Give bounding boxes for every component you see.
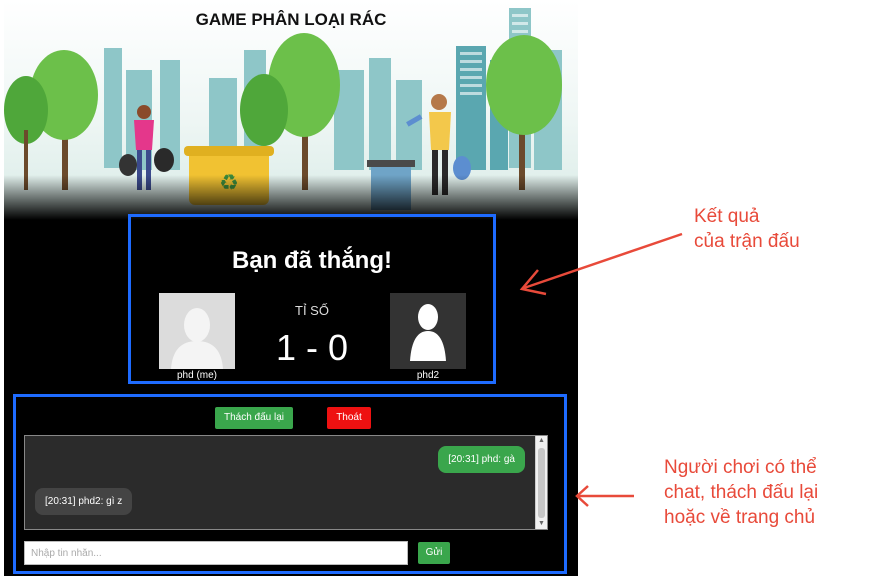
chat-scrollbar[interactable]: ▲ ▼ xyxy=(535,436,547,529)
chat-message-opponent: [20:31] phd2: gì z xyxy=(35,488,133,515)
game-window: ♻ GAME PHÂN LOẠI RÁC Bạn đã thắng! xyxy=(4,0,578,576)
scroll-thumb[interactable] xyxy=(538,448,545,518)
send-button[interactable]: Gửi xyxy=(418,542,450,564)
opponent-avatar xyxy=(390,293,466,369)
result-annotation-line: Kết quả xyxy=(694,206,760,227)
chat-annotation-line: chat, thách đấu lại xyxy=(664,482,819,503)
chat-annotation-line: hoặc về trang chủ xyxy=(664,507,816,528)
result-annotation: Kết quả của trận đấu xyxy=(694,204,800,254)
park-illustration: ♻ xyxy=(4,0,578,220)
chat-message-mine: [20:31] phd: gà xyxy=(438,446,525,473)
result-annotation-line: của trận đấu xyxy=(694,231,800,252)
chat-annotation-line: Người chơi có thể xyxy=(664,457,817,478)
scroll-up-icon[interactable]: ▲ xyxy=(538,437,545,445)
user-silhouette-icon xyxy=(410,304,446,361)
message-input[interactable] xyxy=(24,541,408,565)
my-player-name: phd (me) xyxy=(176,370,217,381)
result-message: Bạn đã thắng! xyxy=(232,247,392,274)
opponent-player-name: phd2 xyxy=(416,370,440,381)
arrow-left-icon xyxy=(575,485,634,507)
exit-button[interactable]: Thoát xyxy=(327,407,371,429)
result-panel: Bạn đã thắng! phd (me) TỈ SỐ 1 - 0 phd2 xyxy=(128,214,496,384)
chat-panel: Thách đấu lại Thoát [20:31] phd: gà [20:… xyxy=(13,394,567,574)
scroll-down-icon[interactable]: ▼ xyxy=(538,520,545,528)
rematch-button[interactable]: Thách đấu lại xyxy=(215,407,293,429)
arrow-left-icon xyxy=(519,232,683,296)
chat-annotation: Người chơi có thể chat, thách đấu lại ho… xyxy=(664,455,818,530)
game-title: GAME PHÂN LOẠI RÁC xyxy=(195,10,387,29)
chat-messages[interactable]: [20:31] phd: gà [20:31] phd2: gì z ▲ ▼ xyxy=(24,435,548,530)
